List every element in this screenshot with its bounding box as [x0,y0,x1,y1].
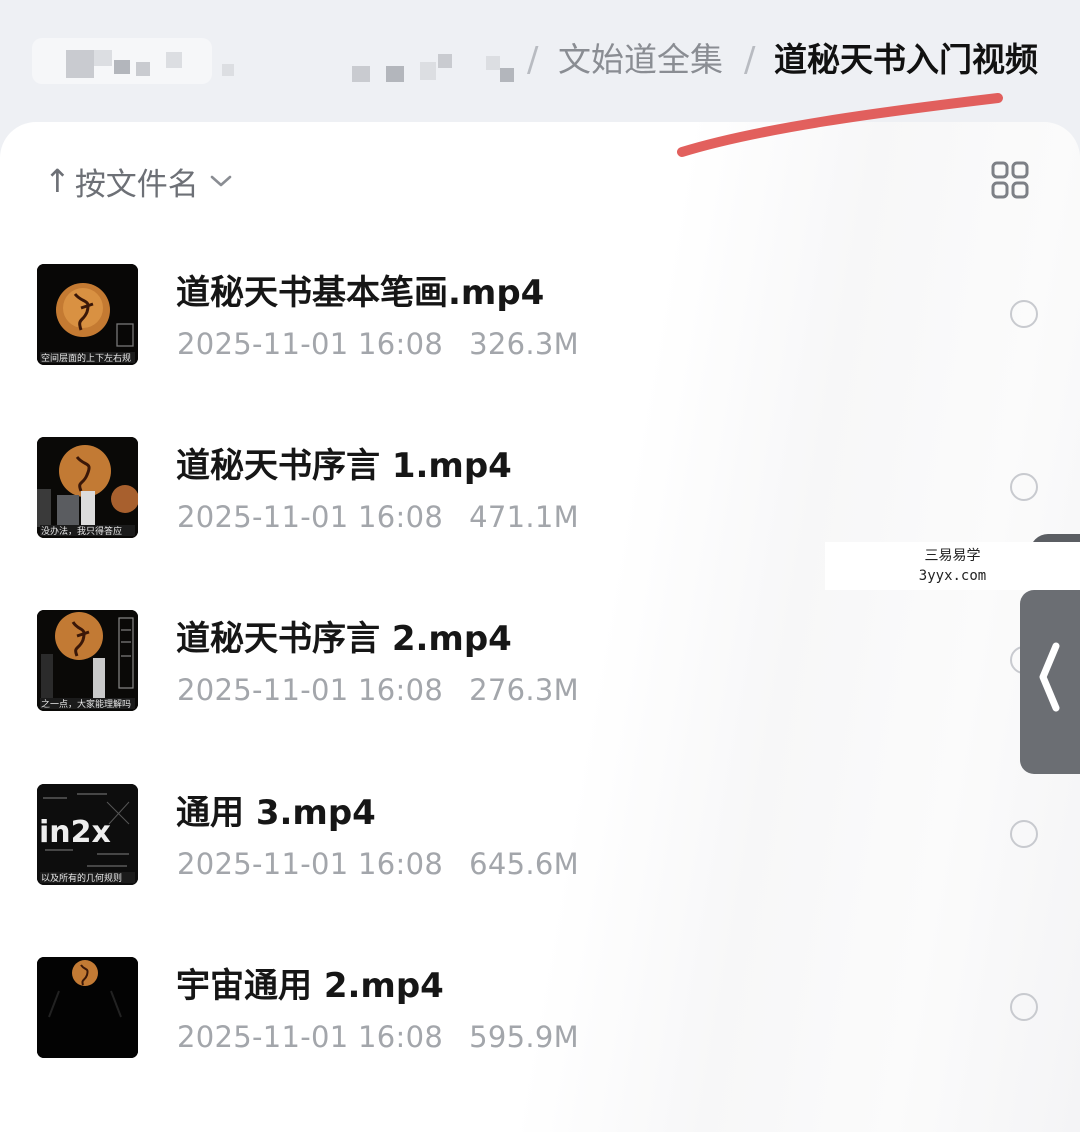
file-size: 645.6M [469,847,579,881]
file-name: 道秘天书基本笔画.mp4 [176,273,545,313]
select-radio[interactable] [1010,993,1038,1021]
file-name: 道秘天书序言 2.mp4 [176,619,512,659]
file-meta: 2025-11-01 16:08 645.6M [177,844,579,884]
breadcrumb-current: 道秘天书入门视频 [774,40,1038,79]
breadcrumb: / 文始道全集 / 道秘天书入门视频 [0,0,1080,125]
file-size: 595.9M [469,1020,579,1054]
file-name: 宇宙通用 2.mp4 [176,966,444,1006]
select-radio[interactable] [1010,300,1038,328]
chevron-down-icon [210,175,232,187]
watermark-line1: 三易易学 [924,548,981,564]
chevron-left-icon [1039,642,1060,712]
file-date: 2025-11-01 16:08 [177,327,444,361]
video-thumbnail: 没办法，我只得答应 [37,437,138,538]
file-date: 2025-11-01 16:08 [177,1020,444,1054]
blurred-crumb-root[interactable] [32,38,212,84]
file-browser-screen: / 文始道全集 / 道秘天书入门视频 ↑ 按文件名 空间层面的上下左右规 道秘天… [0,0,1080,1132]
file-name: 通用 3.mp4 [176,793,376,833]
select-radio[interactable] [1010,820,1038,848]
file-meta: 2025-11-01 16:08 276.3M [177,670,579,710]
file-row[interactable]: 之一点，大家能理解吗 道秘天书序言 2.mp4 2025-11-01 16:08… [0,610,1080,783]
breadcrumb-separator: / [744,40,756,80]
video-thumbnail: 之一点，大家能理解吗 [37,610,138,711]
video-thumbnail: 空间层面的上下左右规 [37,264,138,365]
breadcrumb-parent[interactable]: 文始道全集 [558,38,723,82]
side-drawer-handle[interactable] [1020,590,1080,774]
file-size: 471.1M [469,500,579,534]
file-meta: 2025-11-01 16:08 595.9M [177,1017,579,1057]
sort-ascending-arrow-icon: ↑ [44,162,71,200]
thumbnail-caption: 之一点，大家能理解吗 [41,698,131,710]
thumbnail-caption: 空间层面的上下左右规 [41,352,131,364]
file-date: 2025-11-01 16:08 [177,673,444,707]
breadcrumb-separator: / [527,40,539,80]
video-thumbnail: in2x 以及所有的几何规则 [37,784,138,885]
watermark-line2: 3yyx.com [918,568,987,584]
file-row[interactable]: 宇宙通用 2.mp4 2025-11-01 16:08 595.9M [0,957,1080,1130]
file-date: 2025-11-01 16:08 [177,500,444,534]
file-size: 276.3M [469,673,579,707]
file-size: 326.3M [469,327,579,361]
watermark: 三易易学 3yyx.com [825,542,1080,590]
svg-text:in2x: in2x [39,815,111,850]
select-radio[interactable] [1010,473,1038,501]
file-name: 道秘天书序言 1.mp4 [176,446,512,486]
file-meta: 2025-11-01 16:08 326.3M [177,324,579,364]
sort-label: 按文件名 [74,166,199,203]
thumbnail-caption: 以及所有的几何规则 [41,872,122,884]
video-thumbnail [37,957,138,1058]
file-meta: 2025-11-01 16:08 471.1M [177,497,579,537]
file-date: 2025-11-01 16:08 [177,847,444,881]
file-row[interactable]: in2x 以及所有的几何规则 通用 3.mp4 2025-11-01 16:08… [0,784,1080,957]
sort-by-name-button[interactable]: ↑ 按文件名 [44,160,233,203]
thumbnail-caption: 没办法，我只得答应 [41,525,122,537]
grid-view-icon[interactable] [990,160,1030,200]
file-row[interactable]: 空间层面的上下左右规 道秘天书基本笔画.mp4 2025-11-01 16:08… [0,264,1080,437]
